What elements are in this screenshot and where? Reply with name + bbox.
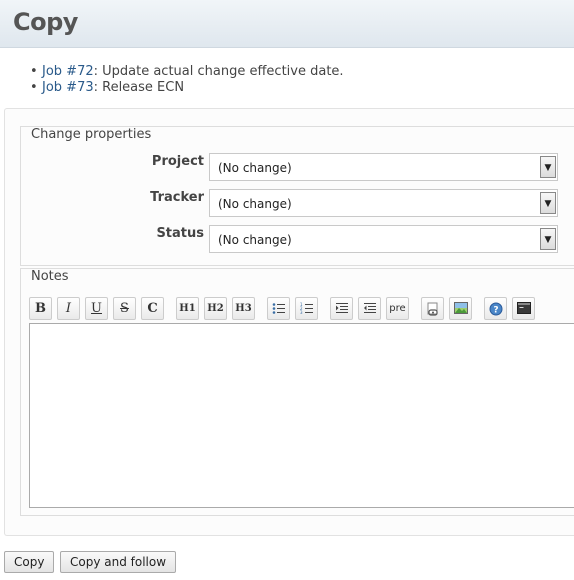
job-subject: : Update actual change effective date. (93, 64, 344, 79)
preview-button[interactable] (512, 297, 535, 320)
status-select-value: (No change) (218, 233, 292, 247)
change-properties-legend: Change properties (28, 127, 155, 142)
outdent-icon (363, 303, 376, 313)
notes-textarea[interactable] (29, 323, 574, 508)
unordered-list-button[interactable] (267, 297, 290, 320)
copy-button[interactable]: Copy (4, 551, 55, 573)
job-subject: : Release ECN (93, 80, 185, 95)
project-select[interactable]: (No change) ▼ (209, 153, 558, 181)
page-title: Copy (13, 8, 78, 36)
help-icon: ? (489, 302, 502, 316)
outdent-button[interactable] (358, 297, 381, 320)
copy-and-follow-button[interactable]: Copy and follow (60, 551, 177, 573)
strikethrough-button[interactable]: S (113, 297, 136, 320)
list-item: • Job #73: Release ECN (30, 80, 344, 96)
list-item: • Job #72: Update actual change effective… (30, 64, 344, 80)
indent-icon (335, 303, 348, 313)
project-label: Project (151, 154, 204, 169)
chevron-down-icon[interactable]: ▼ (540, 156, 556, 178)
heading-1-button[interactable]: H1 (176, 297, 199, 320)
job-list: • Job #72: Update actual change effective… (30, 64, 344, 96)
preview-icon (516, 302, 531, 314)
bullet-icon: • (30, 80, 38, 95)
svg-text:3: 3 (300, 310, 303, 315)
underline-button[interactable]: U (85, 297, 108, 320)
tracker-label: Tracker (150, 190, 204, 205)
link-icon (427, 302, 438, 316)
tracker-select[interactable]: (No change) ▼ (209, 189, 558, 217)
link-button[interactable] (421, 297, 444, 320)
project-select-value: (No change) (218, 161, 292, 175)
ordered-list-icon: 1 2 3 (300, 302, 313, 315)
job-link[interactable]: Job #72 (42, 64, 94, 79)
notes-legend: Notes (28, 269, 72, 284)
inline-code-button[interactable]: C (141, 297, 164, 320)
image-button[interactable] (449, 297, 472, 320)
job-link[interactable]: Job #73 (42, 80, 94, 95)
italic-button[interactable]: I (57, 297, 80, 320)
svg-text:?: ? (493, 306, 498, 316)
bold-button[interactable]: B (29, 297, 52, 320)
preformatted-button[interactable]: pre (386, 297, 409, 320)
indent-button[interactable] (330, 297, 353, 320)
ordered-list-button[interactable]: 1 2 3 (295, 297, 318, 320)
page-header: Copy (0, 0, 574, 48)
heading-2-button[interactable]: H2 (204, 297, 227, 320)
heading-3-button[interactable]: H3 (232, 297, 255, 320)
unordered-list-icon (272, 303, 285, 314)
image-icon (453, 302, 468, 314)
status-select[interactable]: (No change) ▼ (209, 225, 558, 253)
help-button[interactable]: ? (484, 297, 507, 320)
status-label: Status (156, 226, 204, 241)
chevron-down-icon[interactable]: ▼ (540, 192, 556, 214)
tracker-select-value: (No change) (218, 197, 292, 211)
chevron-down-icon[interactable]: ▼ (540, 228, 556, 250)
bullet-icon: • (30, 64, 38, 79)
